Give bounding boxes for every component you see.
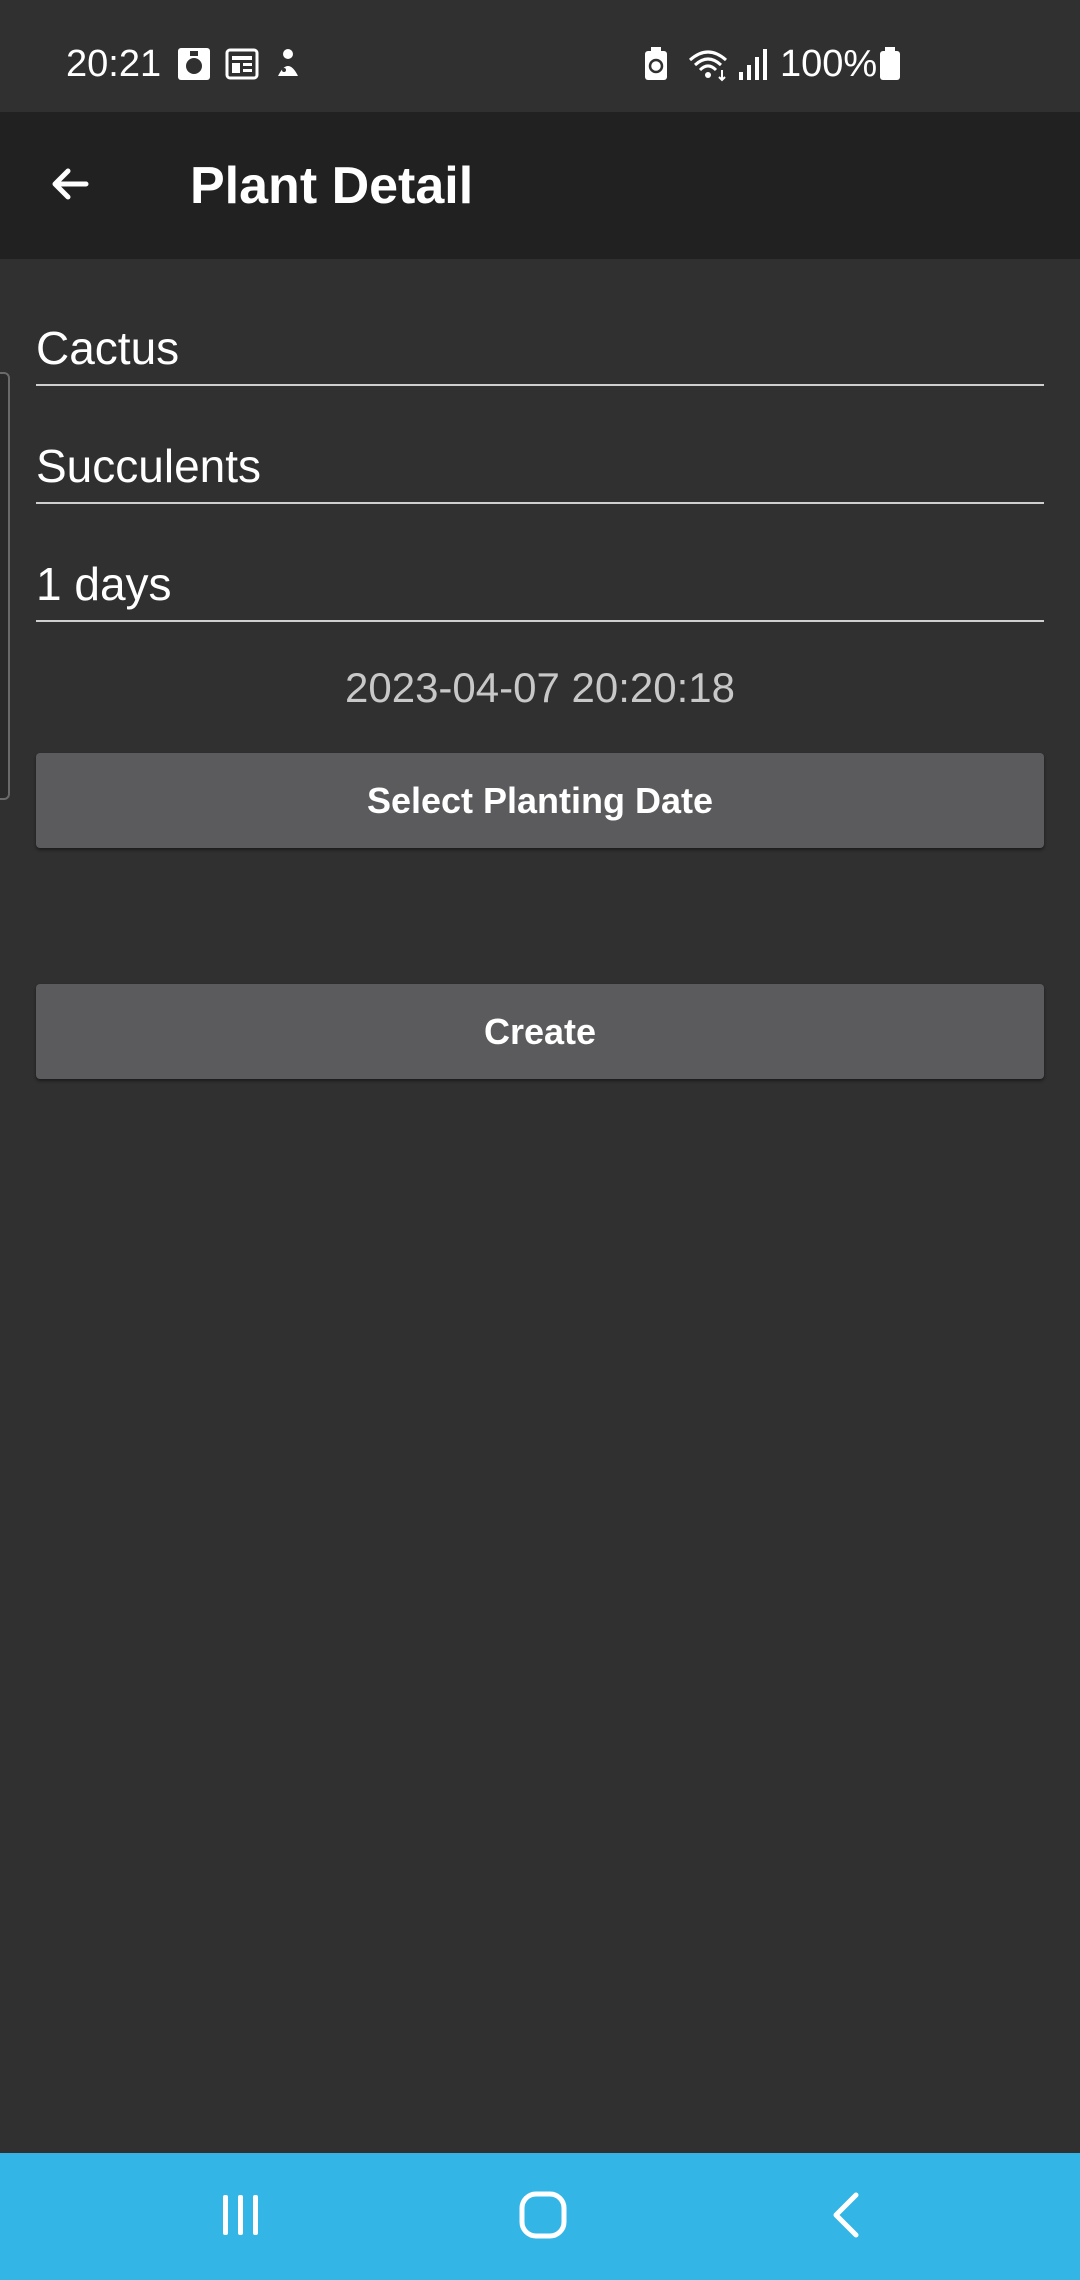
battery-percent: 100%	[780, 43, 878, 85]
wifi-icon	[686, 46, 730, 82]
select-planting-date-button[interactable]: Select Planting Date	[36, 753, 1044, 848]
app-bar: Plant Detail	[0, 112, 1080, 259]
back-button[interactable]	[30, 150, 110, 222]
back-icon	[822, 2187, 872, 2248]
planting-date-text: 2023-04-07 20:20:18	[345, 664, 735, 711]
page-title: Plant Detail	[190, 157, 474, 215]
plant-type-input[interactable]	[36, 438, 1044, 494]
recent-apps-icon	[213, 2190, 269, 2245]
status-bar: 20:21 100%	[0, 0, 1080, 112]
battery-icon	[878, 46, 902, 82]
arrow-back-icon	[46, 160, 94, 213]
navigation-bar	[0, 2153, 1080, 2280]
battery-saver-icon	[642, 46, 670, 82]
watering-interval-input[interactable]	[36, 556, 1044, 612]
recent-apps-button[interactable]	[196, 2181, 286, 2253]
plant-name-input[interactable]	[36, 320, 1044, 376]
plant-type-field[interactable]	[36, 416, 1044, 504]
plant-name-field[interactable]	[36, 298, 1044, 386]
plant-detail-screen: 20:21 100% Plant Detail Cactus Succulent…	[0, 0, 1080, 2280]
watering-interval-field[interactable]	[36, 534, 1044, 622]
home-button[interactable]	[498, 2181, 588, 2253]
news-icon	[224, 46, 260, 82]
home-icon	[515, 2187, 571, 2248]
gallery-icon	[176, 46, 212, 82]
status-time: 20:21	[66, 43, 162, 85]
edge-panel-handle[interactable]	[0, 372, 10, 800]
signal-icon	[736, 46, 770, 82]
create-button[interactable]: Create	[36, 984, 1044, 1079]
system-back-button[interactable]	[802, 2181, 892, 2253]
game-icon	[270, 46, 306, 82]
